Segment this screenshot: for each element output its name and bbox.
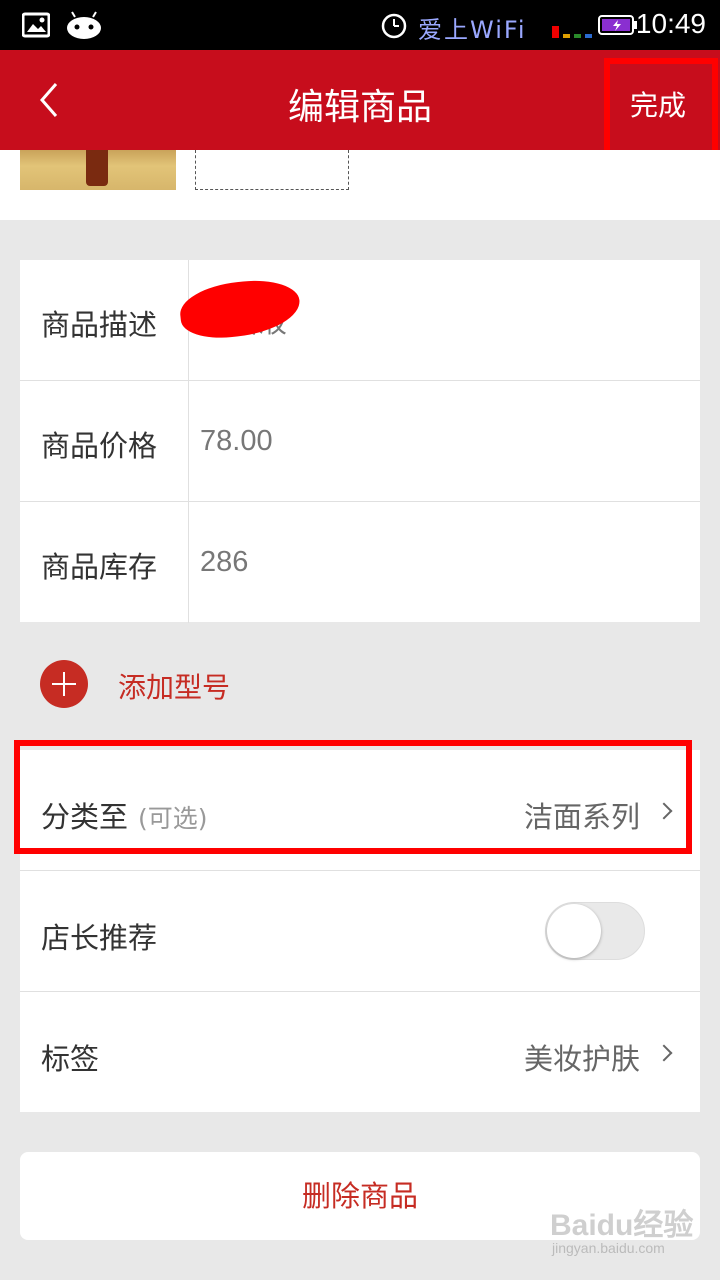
stock-row: 商品库存 bbox=[20, 502, 700, 623]
tag-row[interactable]: 标签 美妆护肤 bbox=[20, 992, 700, 1113]
bottle-image bbox=[86, 150, 108, 186]
stock-label: 商品库存 bbox=[41, 550, 158, 584]
plus-icon bbox=[40, 660, 88, 708]
product-thumbnail[interactable] bbox=[20, 150, 176, 190]
watermark-url: jingyan.baidu.com bbox=[552, 1240, 665, 1256]
product-image-strip bbox=[0, 150, 720, 220]
divider bbox=[188, 502, 189, 623]
stock-input[interactable] bbox=[200, 540, 680, 584]
status-bar: 爱上WiFi 10:49 bbox=[0, 0, 720, 50]
nav-bar: 编辑商品 完成 bbox=[0, 50, 720, 150]
android-icon bbox=[67, 11, 101, 39]
price-label: 商品价格 bbox=[41, 429, 158, 463]
recommend-label: 店长推荐 bbox=[41, 921, 158, 955]
tag-label: 标签 bbox=[41, 1042, 100, 1076]
wifi-label: 爱上WiFi bbox=[418, 16, 527, 44]
price-row: 商品价格 bbox=[20, 381, 700, 502]
alarm-icon bbox=[381, 13, 407, 39]
category-label: 分类至 (可选) bbox=[41, 800, 208, 834]
done-button[interactable]: 完成 bbox=[630, 84, 686, 124]
optional-hint: (可选) bbox=[138, 804, 208, 833]
add-image-slot[interactable] bbox=[195, 150, 349, 190]
description-row: 商品描述 bbox=[20, 260, 700, 381]
product-info-card: 商品描述 商品价格 商品库存 bbox=[20, 260, 700, 623]
watermark: Baidu经验 jingyan.baidu.com bbox=[550, 1200, 710, 1260]
description-label: 商品描述 bbox=[41, 308, 158, 342]
price-input[interactable] bbox=[200, 419, 680, 463]
signal-icon bbox=[552, 26, 592, 38]
tag-value: 美妆护肤 bbox=[523, 1042, 640, 1076]
divider bbox=[188, 381, 189, 501]
options-card: 分类至 (可选) 洁面系列 店长推荐 标签 美妆护肤 bbox=[20, 750, 700, 1112]
battery-icon bbox=[598, 15, 637, 35]
chevron-right-icon bbox=[655, 1044, 673, 1062]
toggle-knob bbox=[547, 904, 601, 958]
page-title: 编辑商品 bbox=[287, 87, 432, 128]
clock: 10:49 bbox=[635, 8, 706, 39]
category-value: 洁面系列 bbox=[523, 800, 640, 834]
recommend-row: 店长推荐 bbox=[20, 871, 700, 992]
watermark-logo: Baidu经验 bbox=[550, 1209, 694, 1242]
add-model-label: 添加型号 bbox=[118, 671, 231, 704]
recommend-toggle[interactable] bbox=[545, 902, 645, 960]
chevron-right-icon bbox=[655, 802, 673, 820]
category-row[interactable]: 分类至 (可选) 洁面系列 bbox=[20, 750, 700, 871]
image-icon bbox=[22, 12, 50, 38]
